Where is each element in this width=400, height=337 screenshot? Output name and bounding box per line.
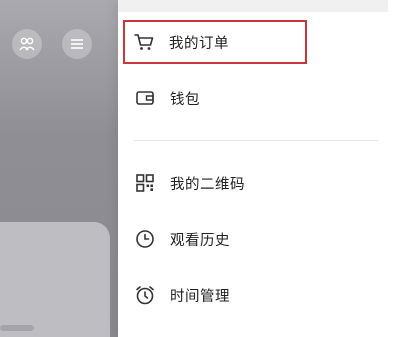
background-card-line bbox=[0, 325, 34, 331]
friends-button[interactable] bbox=[12, 29, 42, 59]
clock-icon bbox=[134, 228, 156, 250]
menu-item-label: 钱包 bbox=[170, 91, 200, 108]
background-card bbox=[0, 222, 110, 337]
side-drawer-menu: 我的订单 钱包 我的二维码 观看历史 时间管理 bbox=[118, 0, 400, 337]
menu-item-watch-history[interactable]: 观看历史 bbox=[134, 219, 384, 259]
friends-icon bbox=[19, 37, 35, 51]
drawer-top-strip bbox=[118, 0, 388, 12]
qrcode-icon bbox=[134, 172, 156, 194]
menu-item-wallet[interactable]: 钱包 bbox=[134, 78, 384, 118]
alarm-clock-icon bbox=[134, 284, 156, 306]
menu-item-my-qrcode[interactable]: 我的二维码 bbox=[134, 163, 384, 203]
dimmed-background-page[interactable] bbox=[0, 0, 118, 337]
menu-icon bbox=[71, 39, 83, 49]
menu-item-label: 观看历史 bbox=[170, 232, 230, 249]
cart-icon bbox=[133, 31, 155, 53]
menu-button[interactable] bbox=[62, 29, 92, 59]
menu-item-time-management[interactable]: 时间管理 bbox=[134, 275, 384, 315]
wallet-icon bbox=[134, 87, 156, 109]
menu-item-label: 时间管理 bbox=[170, 288, 230, 305]
menu-item-my-orders[interactable]: 我的订单 bbox=[123, 20, 307, 64]
menu-item-label: 我的订单 bbox=[169, 35, 229, 52]
menu-item-label: 我的二维码 bbox=[170, 176, 245, 193]
menu-divider bbox=[134, 140, 378, 141]
